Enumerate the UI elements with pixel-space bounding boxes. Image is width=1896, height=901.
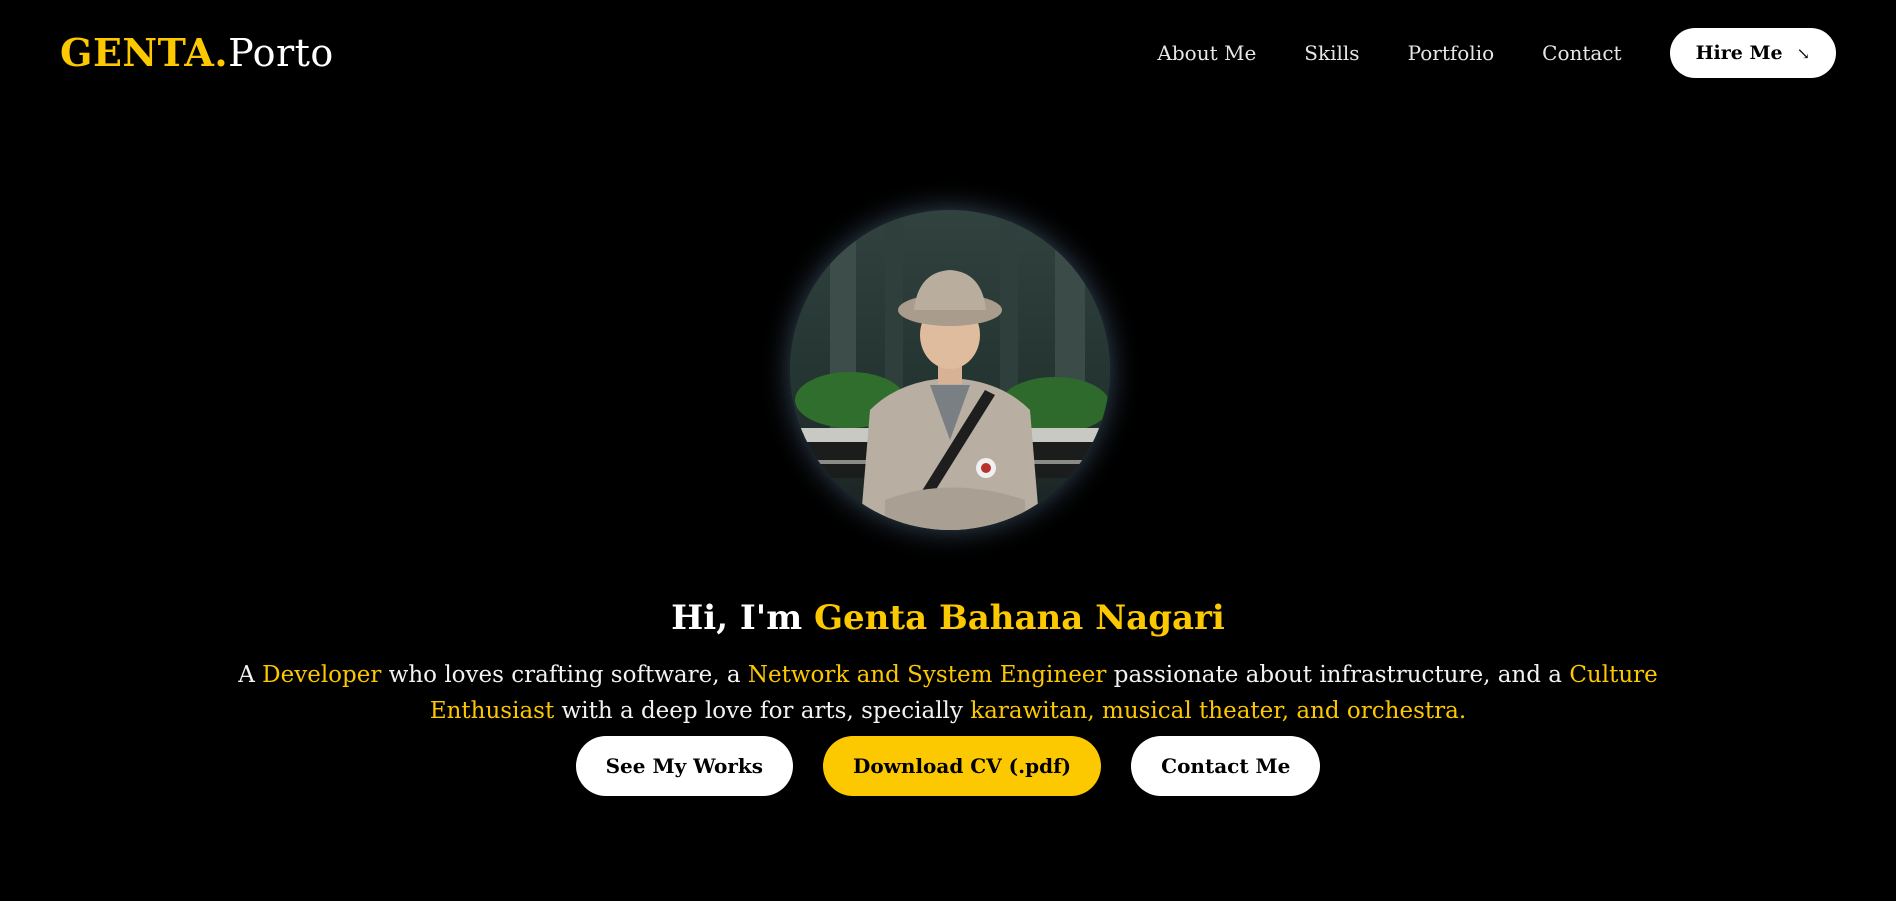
portfolio-page: GENTA.Porto About Me Skills Portfolio Co… bbox=[0, 0, 1896, 901]
bio-text-2: who loves crafting software, a bbox=[381, 662, 748, 688]
bio-highlight-developer: Developer bbox=[262, 662, 382, 688]
see-my-works-button[interactable]: See My Works bbox=[575, 736, 793, 796]
profile-photo bbox=[790, 210, 1110, 530]
bio-highlight-engineer: Network and System Engineer bbox=[747, 662, 1107, 688]
logo-accent: GENTA. bbox=[60, 30, 229, 75]
bio-highlight-arts: karawitan, musical theater, and orchestr… bbox=[970, 698, 1467, 724]
nav-link-about[interactable]: About Me bbox=[1157, 28, 1256, 78]
nav-link-contact[interactable]: Contact bbox=[1542, 28, 1621, 78]
nav-link-skills[interactable]: Skills bbox=[1304, 28, 1359, 78]
arrow-down-right-icon: ↘ bbox=[1796, 43, 1810, 63]
logo-text: Porto bbox=[228, 31, 334, 75]
bio-text-4: with a deep love for arts, specially bbox=[554, 698, 971, 724]
hero-name: Genta Bahana Nagari bbox=[814, 597, 1225, 638]
bio-text-3: passionate about infrastructure, and a bbox=[1106, 662, 1570, 688]
site-header: GENTA.Porto About Me Skills Portfolio Co… bbox=[0, 0, 1896, 106]
contact-me-button[interactable]: Contact Me bbox=[1131, 736, 1321, 796]
hero-greeting: Hi, I'm Genta Bahana Nagari bbox=[0, 595, 1896, 641]
hero-actions: See My Works Download CV (.pdf) Contact … bbox=[0, 736, 1896, 796]
main-nav: About Me Skills Portfolio Contact Hire M… bbox=[1157, 28, 1836, 78]
greeting-prefix: Hi, I'm bbox=[671, 597, 815, 638]
download-cv-button[interactable]: Download CV (.pdf) bbox=[823, 736, 1102, 796]
site-logo[interactable]: GENTA.Porto bbox=[60, 28, 334, 78]
hire-me-label: Hire Me bbox=[1695, 42, 1783, 64]
hero-bio: A Developer who loves crafting software,… bbox=[200, 657, 1696, 729]
hire-me-button[interactable]: Hire Me ↘ bbox=[1669, 28, 1836, 78]
bio-text-1: A bbox=[238, 662, 263, 688]
profile-avatar bbox=[790, 210, 1110, 530]
nav-link-portfolio[interactable]: Portfolio bbox=[1408, 28, 1495, 78]
